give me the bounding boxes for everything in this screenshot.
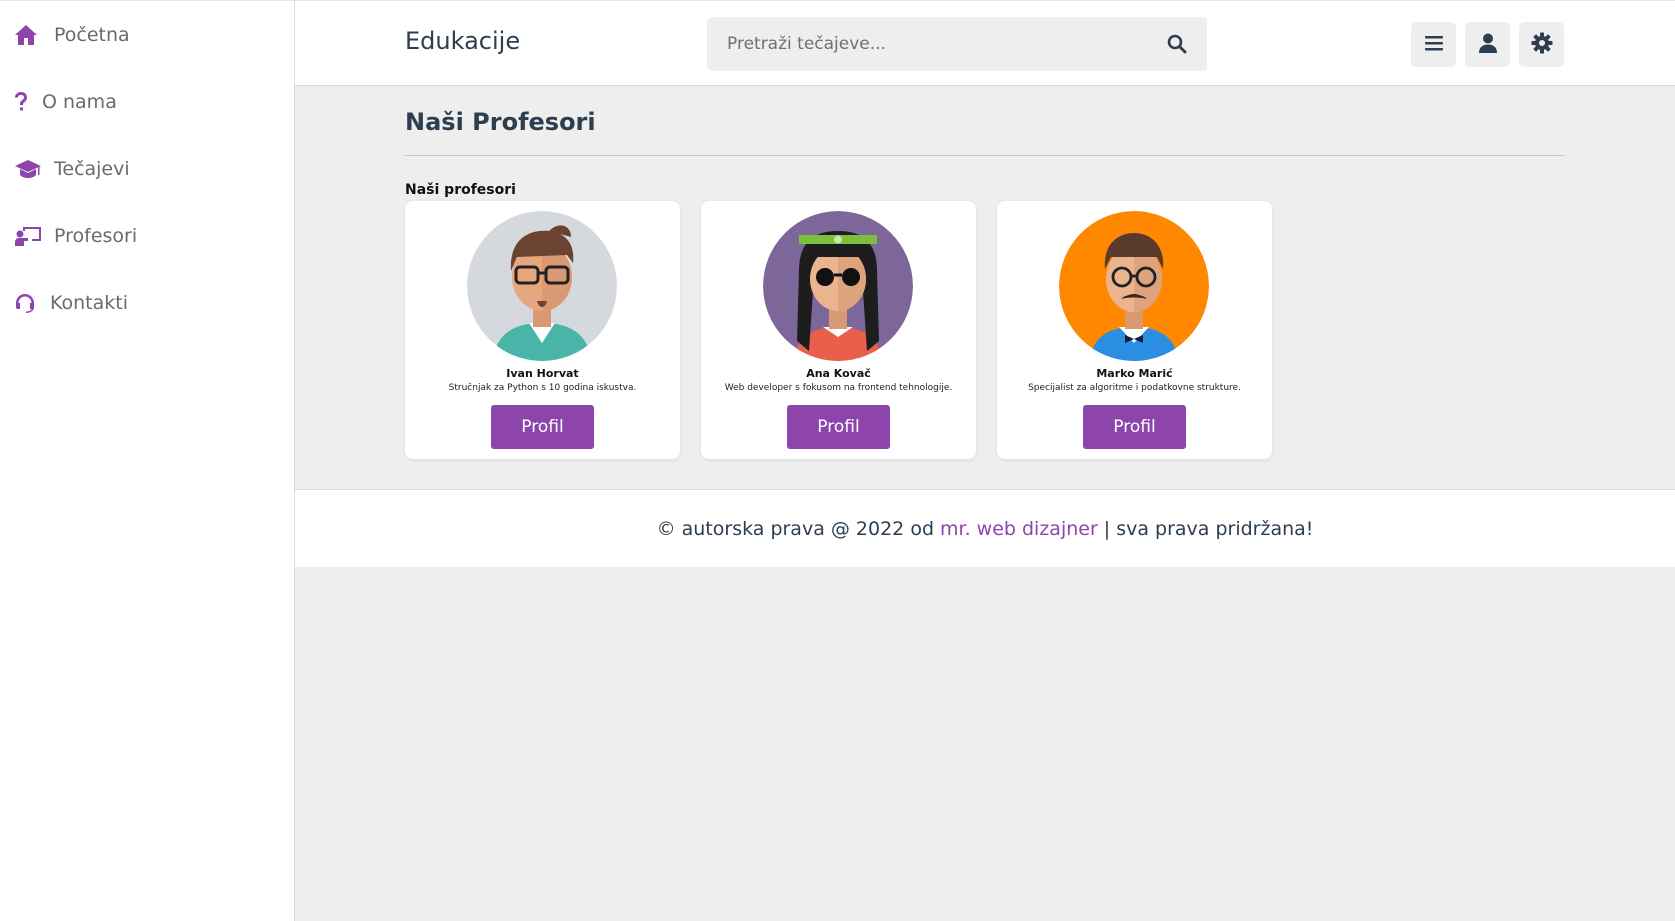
professor-card: Marko Marić Specijalist za algoritme i p… <box>997 201 1272 459</box>
brand-title[interactable]: Edukacije <box>405 27 520 55</box>
professor-name: Ana Kovač <box>806 367 871 380</box>
title-divider <box>405 155 1565 156</box>
avatar <box>1059 211 1209 361</box>
headset-icon <box>14 291 38 315</box>
sidebar-item-label: Profesori <box>54 224 138 247</box>
profile-button[interactable]: Profil <box>491 405 594 449</box>
avatar <box>467 211 617 361</box>
sidebar: Početna O nama Tečajevi Profesori Kontak… <box>0 0 295 921</box>
footer: © autorska prava @ 2022 od mr. web dizaj… <box>295 489 1675 567</box>
sidebar-item-pocetna[interactable]: Početna <box>0 1 294 68</box>
footer-author-link[interactable]: mr. web dizajner <box>940 518 1098 540</box>
professor-description: Stručnjak za Python s 10 godina iskustva… <box>448 383 637 393</box>
professor-card: Ivan Horvat Stručnjak za Python s 10 god… <box>405 201 680 459</box>
sidebar-item-label: Početna <box>54 23 130 46</box>
settings-button[interactable] <box>1519 22 1564 67</box>
profile-button[interactable]: Profil <box>787 405 890 449</box>
sidebar-item-label: Kontakti <box>50 291 129 314</box>
professor-name: Marko Marić <box>1096 367 1173 380</box>
professor-description: Specijalist za algoritme i podatkovne st… <box>1028 383 1241 393</box>
profile-button[interactable]: Profil <box>1083 405 1186 449</box>
sidebar-item-o-nama[interactable]: O nama <box>0 68 294 135</box>
user-button[interactable] <box>1465 22 1510 67</box>
professor-name: Ivan Horvat <box>506 367 579 380</box>
top-header: Edukacije <box>295 0 1675 86</box>
graduation-cap-icon <box>14 157 42 181</box>
footer-rights: | sva prava pridržana! <box>1103 517 1314 540</box>
sidebar-item-label: O nama <box>42 90 117 113</box>
sidebar-item-tecajevi[interactable]: Tečajevi <box>0 135 294 202</box>
page-title: Naši Profesori <box>405 108 596 136</box>
search-input[interactable] <box>707 17 1147 71</box>
search-bar <box>707 17 1207 71</box>
sidebar-item-kontakti[interactable]: Kontakti <box>0 269 294 336</box>
question-icon <box>14 90 30 114</box>
footer-copyright: © autorska prava @ 2022 od <box>656 517 934 540</box>
search-icon[interactable] <box>1147 17 1207 71</box>
professor-card: Ana Kovač Web developer s fokusom na fro… <box>701 201 976 459</box>
sidebar-item-profesori[interactable]: Profesori <box>0 202 294 269</box>
professor-description: Web developer s fokusom na frontend tehn… <box>724 383 953 393</box>
menu-button[interactable] <box>1411 22 1456 67</box>
chalkboard-teacher-icon <box>14 224 42 248</box>
section-subheading: Naši profesori <box>405 182 516 198</box>
user-icon <box>1478 33 1497 57</box>
avatar <box>763 211 913 361</box>
home-icon <box>14 23 42 47</box>
menu-icon <box>1424 35 1443 55</box>
sidebar-item-label: Tečajevi <box>54 157 130 180</box>
gear-icon <box>1531 32 1553 58</box>
